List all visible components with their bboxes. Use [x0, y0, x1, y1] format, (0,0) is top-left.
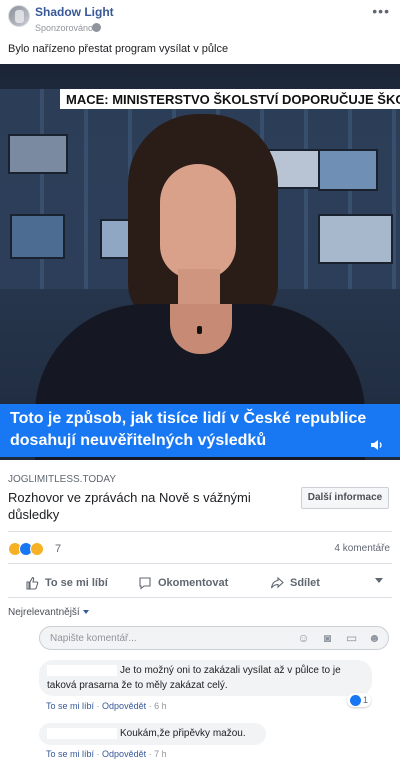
post-text: Bylo nařízeno přestat program vysílat v …: [8, 43, 229, 55]
camera-icon[interactable]: ◙: [321, 632, 334, 645]
volume-icon[interactable]: [370, 438, 384, 452]
avatar[interactable]: [8, 5, 30, 27]
comment-time[interactable]: 7 h: [154, 749, 167, 759]
post-video[interactable]: MACE: MINISTERSTVO ŠKOLSTVÍ DOPORUČUJE Š…: [0, 64, 400, 460]
studio-monitor: [318, 214, 393, 264]
comment-like-link[interactable]: To se mi líbí: [46, 701, 94, 711]
caption-line: dosahují neuvěřitelných výsledků: [10, 432, 267, 449]
comment-text: Je to možný oni to zakázali vysílat až v…: [120, 665, 341, 676]
comment-label: Okomentovat: [158, 577, 229, 589]
comment-input[interactable]: [50, 630, 280, 646]
comment-actions: To se mi líbí · Odpovědět · 7 h: [46, 749, 167, 759]
globe-icon: [92, 23, 101, 32]
like-button[interactable]: To se mi líbí: [25, 574, 108, 592]
thumbs-up-icon: [26, 576, 39, 590]
divider: [8, 531, 392, 532]
comment-like-link[interactable]: To se mi líbí: [46, 749, 94, 759]
comment: Koukám,že připěvky mažou.: [39, 723, 266, 745]
sort-label: Nejrelevantnější: [8, 607, 80, 618]
link-title[interactable]: Rozhovor ve zprávách na Nově s vážnými d…: [8, 489, 298, 523]
commenter-name[interactable]: [47, 727, 117, 739]
share-label: Sdílet: [290, 577, 320, 589]
comment-sort-dropdown[interactable]: Nejrelevantnější: [8, 607, 89, 618]
more-options-icon[interactable]: •••: [372, 4, 390, 18]
comment-time[interactable]: 6 h: [154, 701, 167, 711]
presenter-face: [160, 164, 236, 279]
chevron-down-icon[interactable]: [375, 578, 383, 583]
separator: ·: [148, 749, 152, 759]
comment-input-box[interactable]: ☺ ◙ ▭ ☻: [39, 626, 389, 650]
separator: ·: [148, 701, 152, 711]
comment-reaction-count: 1: [363, 695, 369, 705]
lapel-mic: [197, 326, 202, 334]
commenter-name[interactable]: [47, 664, 117, 676]
share-button[interactable]: Sdílet: [270, 574, 320, 592]
share-icon: [270, 576, 284, 589]
comment-text: taková prasarna že to měly zakázat celý.: [47, 680, 228, 691]
comment-reply-link[interactable]: Odpovědět: [102, 749, 146, 759]
studio-monitor: [318, 149, 378, 191]
comment-button[interactable]: Okomentovat: [138, 574, 228, 592]
caption-line: Toto je způsob, jak tisíce lidí v České …: [10, 410, 367, 427]
sponsored-label[interactable]: Sponzorováno: [35, 23, 93, 33]
post-header: Shadow Light Sponzorováno •••: [0, 0, 400, 40]
video-caption: Toto je způsob, jak tisíce lidí v České …: [0, 404, 400, 457]
studio-monitor: [10, 214, 65, 259]
chevron-down-icon: [82, 610, 89, 615]
comment-text: Koukám,že připěvky mažou.: [120, 728, 246, 739]
comment: Je to možný oni to zakázali vysílat až v…: [39, 660, 372, 696]
studio-monitor: [8, 134, 68, 174]
news-ticker: MACE: MINISTERSTVO ŠKOLSTVÍ DOPORUČUJE Š…: [60, 89, 400, 109]
like-reaction-icon: [350, 694, 361, 706]
comment-reactions[interactable]: 1: [347, 693, 372, 707]
more-info-button[interactable]: Další informace: [301, 487, 389, 509]
author-name[interactable]: Shadow Light: [35, 5, 114, 19]
separator: ·: [96, 749, 100, 759]
separator: ·: [96, 701, 100, 711]
comment-actions: To se mi líbí · Odpovědět · 6 h: [46, 701, 167, 711]
emoji-icon[interactable]: ☺: [297, 632, 310, 645]
sad-reaction-icon: [30, 542, 44, 556]
like-label: To se mi líbí: [45, 577, 108, 589]
gif-icon[interactable]: ▭: [345, 632, 358, 645]
comment-count[interactable]: 4 komentáře: [334, 543, 390, 554]
comment-icon: [139, 577, 151, 590]
link-domain[interactable]: JOGLIMITLESS.TODAY: [8, 474, 116, 485]
divider: [8, 597, 392, 598]
divider: [8, 563, 392, 564]
reaction-count: 7: [55, 543, 62, 555]
sticker-icon[interactable]: ☻: [368, 632, 381, 645]
comment-reply-link[interactable]: Odpovědět: [102, 701, 146, 711]
